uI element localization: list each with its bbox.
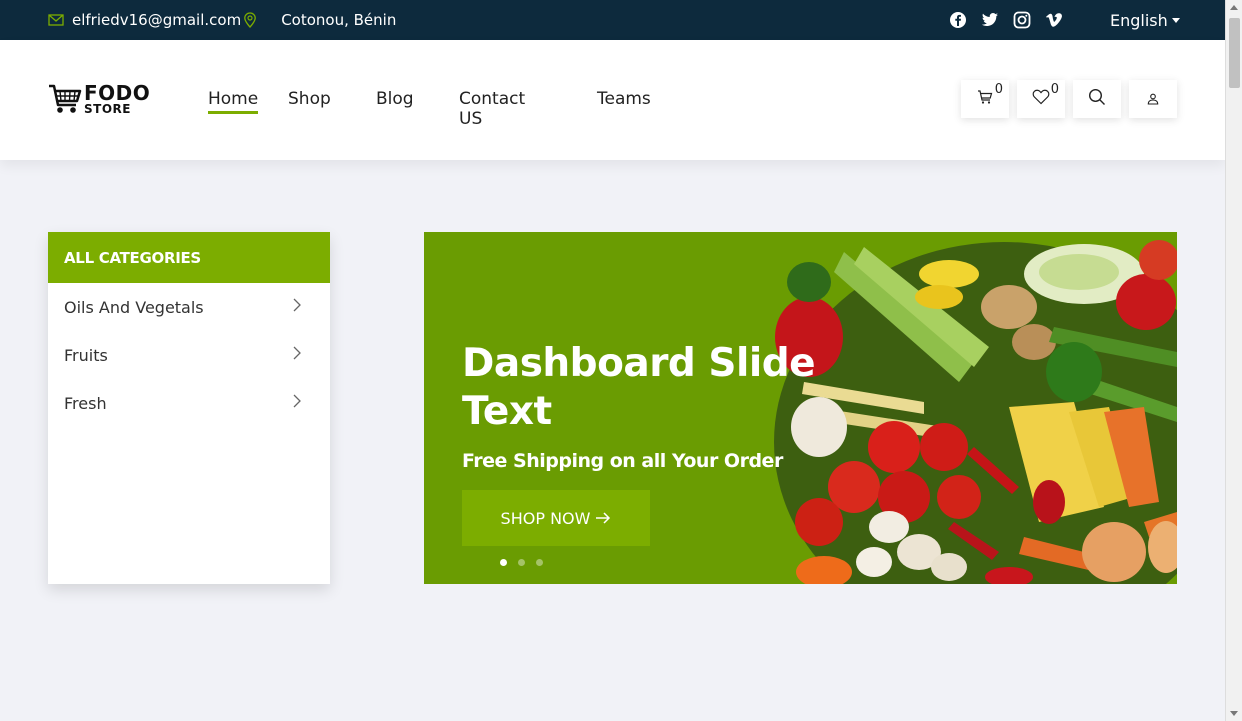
- category-label: Fruits: [64, 345, 108, 365]
- user-icon: [1147, 90, 1159, 109]
- scroll-up-arrow-icon[interactable]: [1230, 5, 1238, 10]
- vegetables-image: [774, 232, 1177, 584]
- cart-icon: [977, 89, 993, 109]
- slider-dots: [500, 559, 554, 566]
- hero-slider: Dashboard Slide Text Free Shipping on al…: [424, 232, 1177, 584]
- category-label: Oils And Vegetals: [64, 297, 204, 317]
- scroll-thumb[interactable]: [1229, 18, 1240, 88]
- twitter-icon[interactable]: [981, 11, 999, 29]
- hero-title: Dashboard Slide Text: [462, 341, 816, 434]
- nav-shop[interactable]: Shop: [288, 89, 331, 109]
- logo-line-1: FODO: [84, 81, 151, 105]
- scroll-down-arrow-icon[interactable]: [1230, 711, 1238, 716]
- arrow-right-icon: [595, 512, 611, 524]
- social-links: [949, 0, 1077, 40]
- language-label: English: [1110, 10, 1168, 30]
- wishlist-button[interactable]: 0: [1017, 80, 1065, 118]
- categories-panel: ALL CATEGORIES Oils And Vegetals Fruits …: [48, 232, 330, 584]
- email-link[interactable]: elfriedv16@gmail.com: [72, 11, 241, 29]
- hero-subtitle: Free Shipping on all Your Order: [462, 450, 783, 472]
- chevron-right-icon: [292, 393, 302, 413]
- search-icon: [1088, 88, 1106, 110]
- nav-home[interactable]: Home: [208, 89, 259, 114]
- slider-dot[interactable]: [500, 559, 507, 566]
- heart-icon: [1032, 89, 1050, 109]
- cart-button[interactable]: 0: [961, 80, 1009, 118]
- instagram-icon[interactable]: [1013, 11, 1031, 29]
- caret-down-icon: [1171, 17, 1180, 23]
- account-button[interactable]: [1129, 80, 1177, 118]
- facebook-icon[interactable]: [949, 11, 967, 29]
- category-item[interactable]: Oils And Vegetals: [48, 283, 330, 331]
- nav-blog[interactable]: Blog: [376, 89, 414, 109]
- category-item[interactable]: Fruits: [48, 331, 330, 379]
- nav-teams[interactable]: Teams: [597, 89, 651, 109]
- slider-dot[interactable]: [518, 559, 525, 566]
- language-selector[interactable]: English: [1110, 0, 1180, 40]
- search-button[interactable]: [1073, 80, 1121, 118]
- slider-dot[interactable]: [536, 559, 543, 566]
- categories-title: ALL CATEGORIES: [48, 232, 330, 283]
- wishlist-count: 0: [1050, 82, 1059, 97]
- category-item[interactable]: Fresh: [48, 379, 330, 427]
- store-logo[interactable]: FODO STORE: [48, 83, 150, 115]
- shop-now-label: SHOP NOW: [500, 508, 591, 528]
- location-pin-icon: [243, 12, 259, 28]
- chevron-right-icon: [292, 297, 302, 317]
- top-bar: elfriedv16@gmail.com Cotonou, Bénin Engl…: [0, 0, 1225, 40]
- shopping-cart-logo-icon: [48, 83, 82, 115]
- contact-info: elfriedv16@gmail.com Cotonou, Bénin: [48, 0, 396, 40]
- mail-icon: [48, 12, 64, 28]
- category-label: Fresh: [64, 393, 107, 413]
- location-text: Cotonou, Bénin: [281, 11, 397, 29]
- chevron-right-icon: [292, 345, 302, 365]
- vimeo-icon[interactable]: [1045, 11, 1063, 29]
- shop-now-button[interactable]: SHOP NOW: [462, 490, 650, 546]
- logo-text: FODO STORE: [84, 83, 150, 115]
- nav-contact-us[interactable]: Contact US: [459, 89, 525, 129]
- cart-count: 0: [994, 82, 1003, 97]
- page-scrollbar[interactable]: [1225, 0, 1242, 721]
- main-header: FODO STORE Home Shop Blog Contact US Tea…: [0, 40, 1225, 160]
